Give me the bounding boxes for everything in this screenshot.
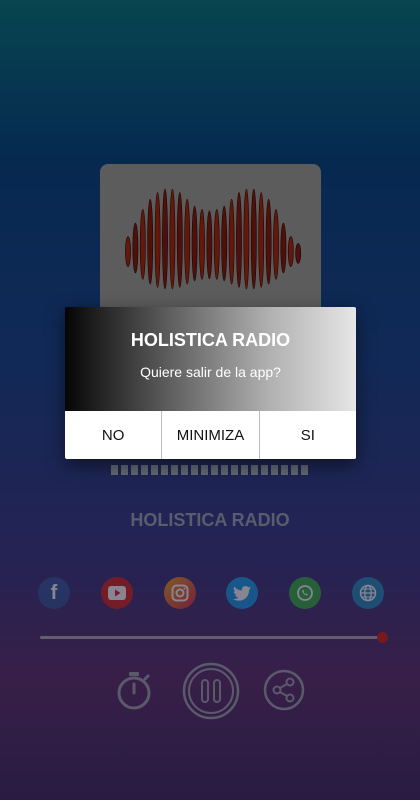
dialog-buttons: NO MINIMIZA SI bbox=[65, 411, 356, 459]
dialog-title: HOLISTICA RADIO bbox=[130, 330, 291, 350]
exit-dialog: HOLISTICA RADIO Quiere salir de la app? … bbox=[65, 307, 356, 459]
minimize-button[interactable]: MINIMIZA bbox=[161, 411, 258, 459]
dialog-message: Quiere salir de la app? bbox=[140, 364, 281, 380]
yes-button[interactable]: SI bbox=[258, 411, 356, 459]
no-button[interactable]: NO bbox=[65, 411, 161, 459]
